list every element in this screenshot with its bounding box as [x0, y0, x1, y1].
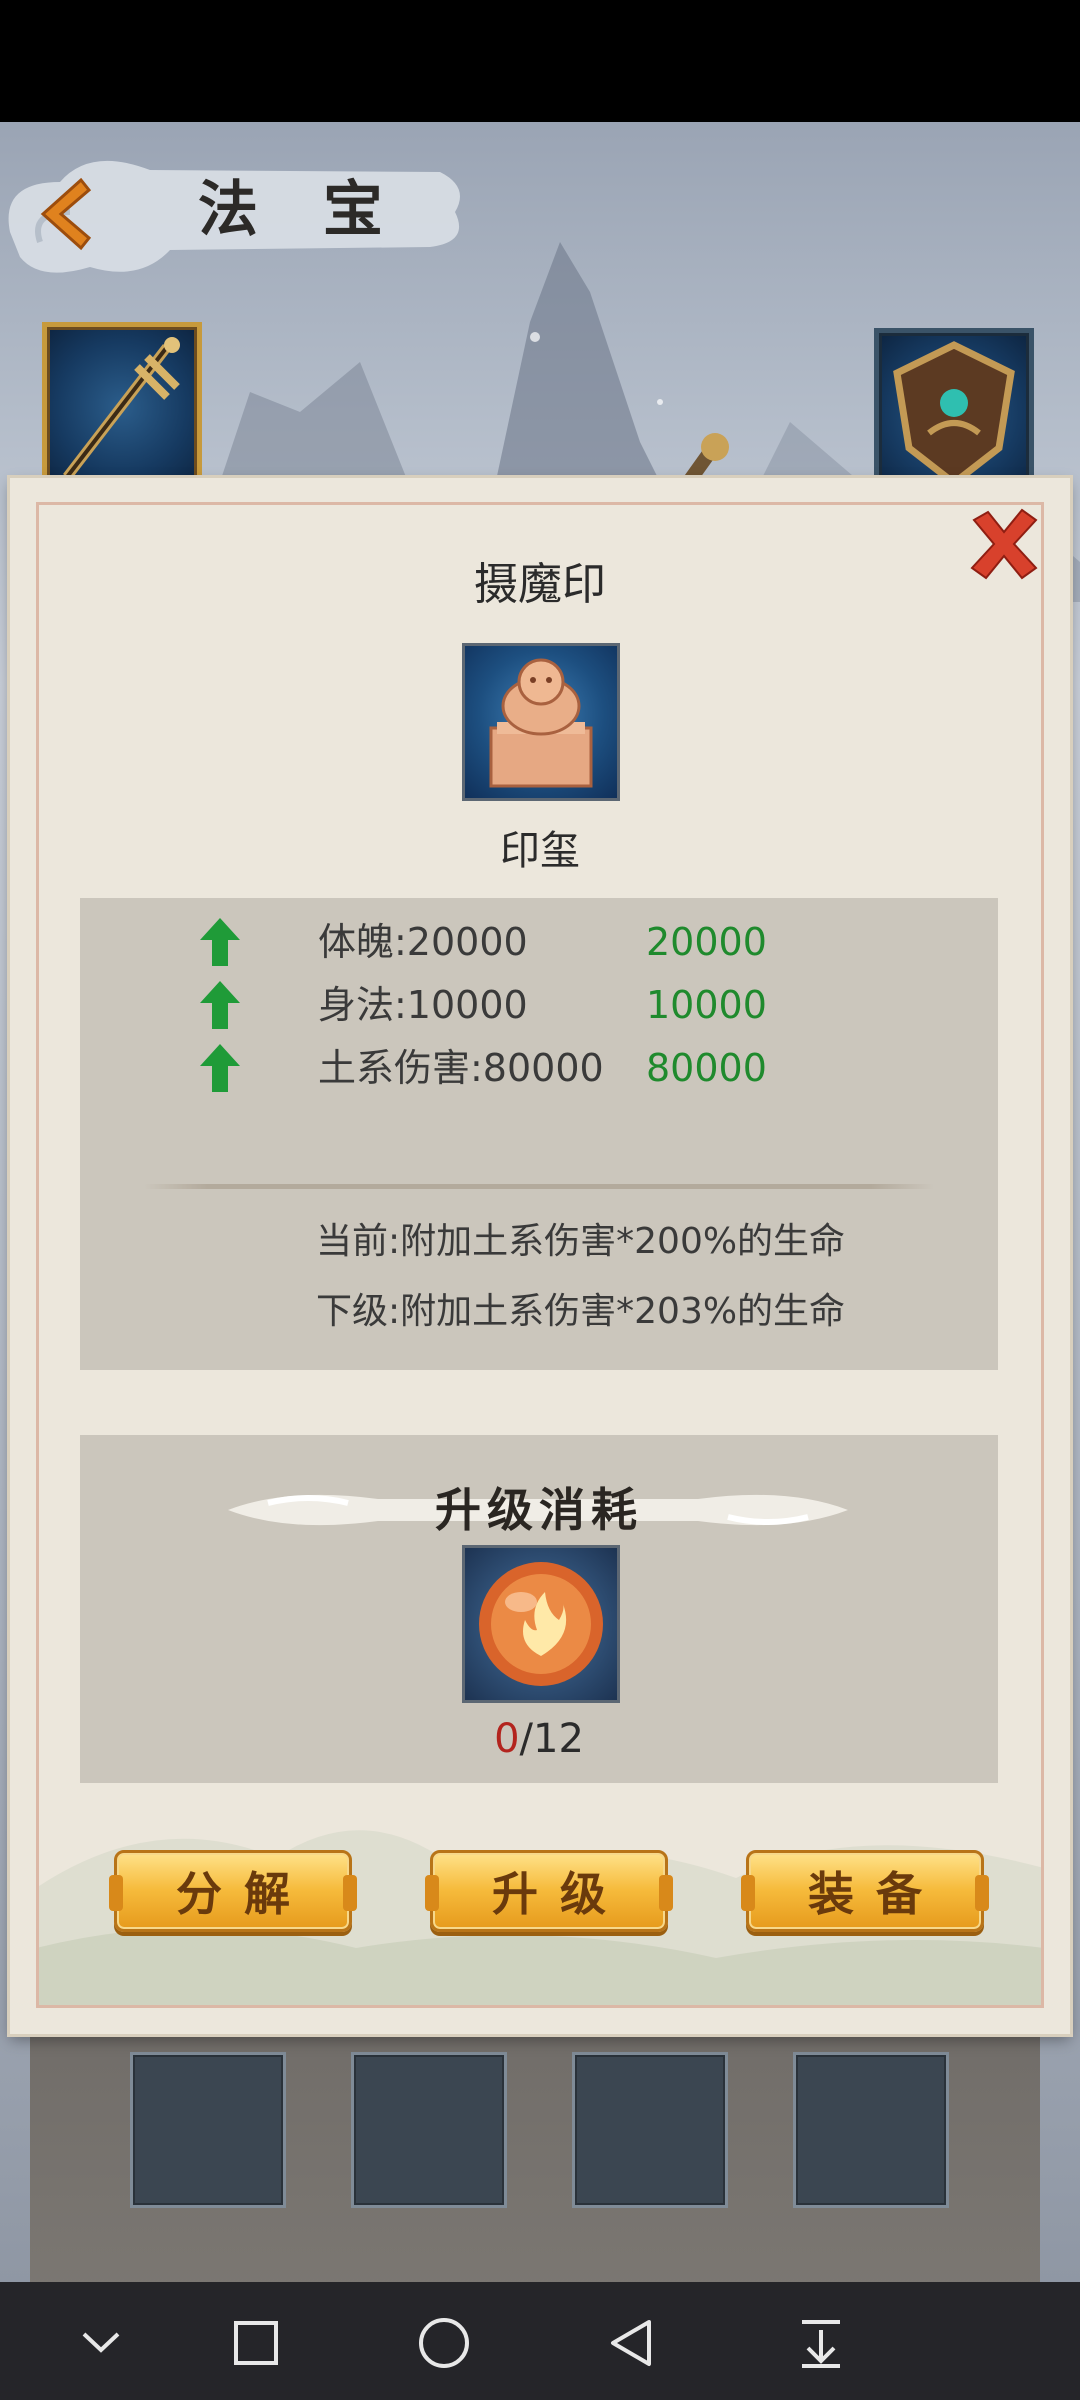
square-icon [234, 2321, 278, 2365]
stat-row: 土系伤害:80000 80000 [80, 1040, 998, 1096]
equipped-slot-right[interactable] [874, 328, 1034, 498]
stat-row: 身法:10000 10000 [80, 977, 998, 1033]
shield-icon [893, 341, 1015, 488]
next-effect: 下级:附加土系伤害*203%的生命 [316, 1291, 846, 1332]
chevron-down-icon [82, 2332, 120, 2353]
stat-label: 身法:10000 [318, 983, 528, 1027]
stat-next-value: 20000 [646, 920, 767, 964]
upgrade-label: 升级 [492, 1867, 628, 1921]
up-arrow-icon [200, 1044, 240, 1092]
upgrade-button[interactable]: 升级 [425, 1850, 673, 1932]
up-arrow-icon [200, 981, 240, 1029]
stats-divider [144, 1184, 934, 1189]
up-arrow-icon [200, 918, 240, 966]
item-icon-frame [462, 643, 620, 801]
chevron-left-icon [40, 177, 92, 251]
jade-seal-icon [489, 658, 593, 788]
inventory-slot[interactable] [793, 2052, 949, 2208]
page-title: 法 宝 [198, 175, 405, 245]
fire-orb-icon [479, 1562, 603, 1686]
inventory-slot[interactable] [572, 2052, 728, 2208]
circle-icon [419, 2318, 469, 2368]
equip-button[interactable]: 装备 [741, 1850, 989, 1932]
stat-label: 土系伤害:80000 [318, 1046, 604, 1090]
material-icon-frame [462, 1545, 620, 1703]
current-effect: 当前:附加土系伤害*200%的生命 [316, 1221, 846, 1262]
back-button[interactable] [24, 166, 104, 262]
nav-collapse-button[interactable] [66, 2308, 136, 2378]
stat-label: 体魄:20000 [318, 920, 528, 964]
upgrade-cost-panel: 升级消耗 0/12 [80, 1435, 998, 1783]
item-detail-dialog: 摄魔印 印玺 体魄:20000 20000 身法:10000 10000 土系伤… [10, 478, 1070, 2034]
download-icon [802, 2320, 840, 2368]
inventory-slot[interactable] [130, 2052, 286, 2208]
decompose-button[interactable]: 分解 [109, 1850, 357, 1932]
nav-home-button[interactable] [409, 2308, 479, 2378]
item-name: 摄魔印 [474, 559, 606, 610]
stat-row: 体魄:20000 20000 [80, 914, 998, 970]
sword-icon [63, 337, 180, 481]
decompose-label: 分解 [176, 1867, 312, 1921]
material-required: /12 [519, 1716, 584, 1762]
nav-menu-button[interactable] [786, 2308, 856, 2378]
equipped-slot-left[interactable] [42, 322, 202, 492]
stat-next-value: 80000 [646, 1046, 767, 1090]
nav-back-button[interactable] [597, 2308, 667, 2378]
item-type: 印玺 [500, 828, 580, 874]
material-owned: 0 [494, 1716, 520, 1762]
stat-next-value: 10000 [646, 983, 767, 1027]
upgrade-cost-title: 升级消耗 [435, 1483, 643, 1537]
equip-label: 装备 [808, 1867, 944, 1921]
triangle-back-icon [611, 2320, 651, 2366]
stats-panel: 体魄:20000 20000 身法:10000 10000 土系伤害:80000… [80, 898, 998, 1370]
material-count: 0/12 [80, 1711, 998, 1767]
status-bar [0, 0, 1080, 122]
inventory-slot[interactable] [351, 2052, 507, 2208]
system-nav-bar [0, 2282, 1080, 2400]
nav-recents-button[interactable] [221, 2308, 291, 2378]
